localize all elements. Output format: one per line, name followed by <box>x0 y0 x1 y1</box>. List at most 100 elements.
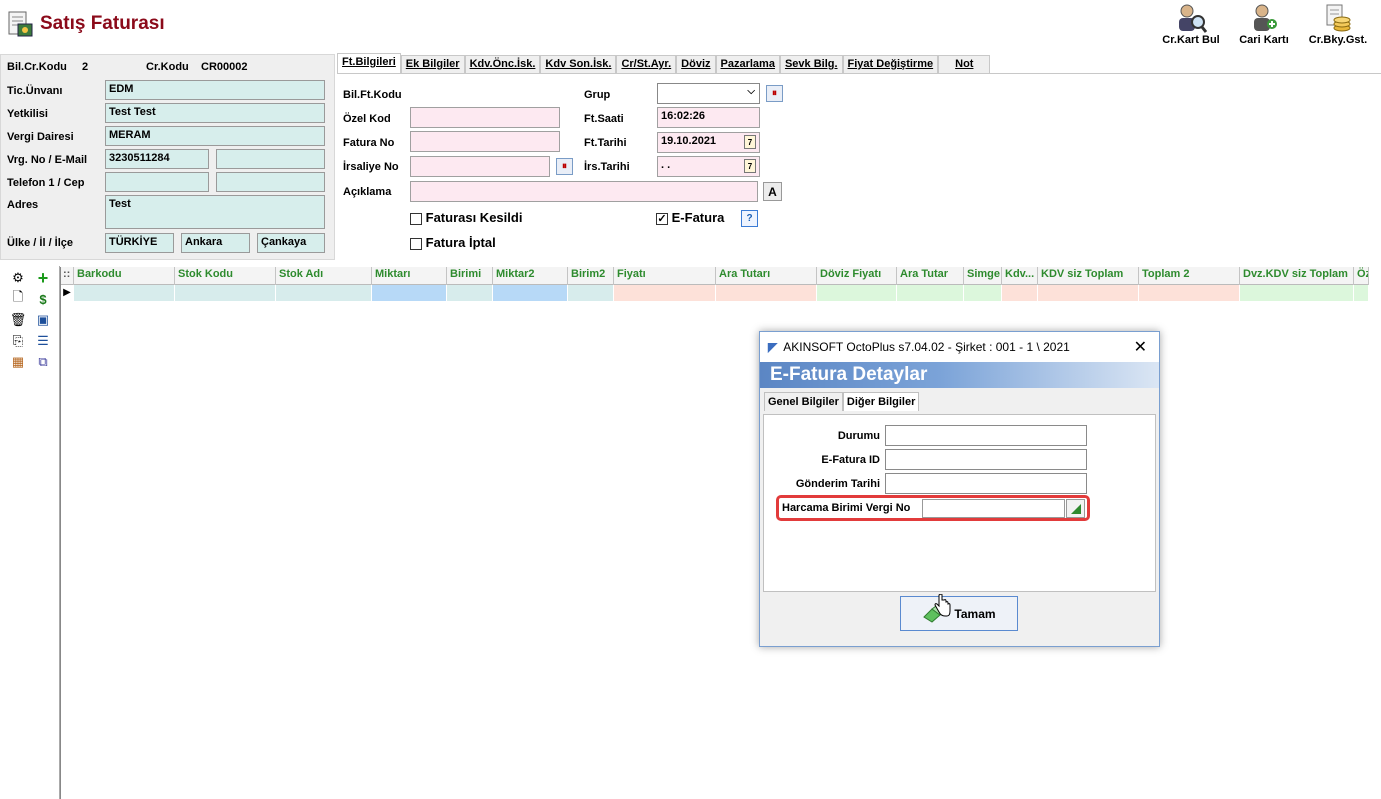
column-header[interactable]: Ara Tutar <box>897 267 964 285</box>
grid-cell[interactable] <box>568 285 614 301</box>
tab-doviz[interactable]: Döviz <box>676 55 716 74</box>
grid-cell[interactable] <box>716 285 817 301</box>
adres-field[interactable]: Test <box>105 195 325 229</box>
column-header[interactable]: Miktarı <box>372 267 447 285</box>
new-document-icon[interactable]: 🗋 <box>10 289 26 307</box>
faturasi-kesildi-checkbox[interactable]: Faturası Kesildi <box>410 210 522 225</box>
column-header[interactable]: Stok Adı <box>276 267 372 285</box>
tab-kdv-son-isk[interactable]: Kdv Son.İsk. <box>540 55 617 74</box>
il-field[interactable]: Ankara <box>181 233 250 253</box>
tab-fiyat-degistirme[interactable]: Fiyat Değiştirme <box>842 55 939 74</box>
column-header[interactable]: Stok Kodu <box>175 267 276 285</box>
gonderim-tarihi-field[interactable] <box>885 473 1087 494</box>
grid-cell[interactable] <box>175 285 276 301</box>
calendar-icon[interactable]: 7 <box>744 135 756 149</box>
grid-cell[interactable] <box>817 285 897 301</box>
irs-tarihi-input[interactable]: . . 7 <box>657 156 760 177</box>
column-header[interactable]: Birimi <box>447 267 493 285</box>
grid-cell[interactable] <box>74 285 175 301</box>
column-header[interactable]: KDV siz Toplam <box>1038 267 1139 285</box>
grid-cell[interactable] <box>897 285 964 301</box>
column-header[interactable]: Miktar2 <box>493 267 568 285</box>
grid-cell[interactable] <box>372 285 447 301</box>
vergi-dairesi-field[interactable]: MERAM <box>105 126 325 146</box>
telefon-field[interactable] <box>105 172 209 192</box>
fatura-no-input[interactable] <box>410 131 560 152</box>
tab-not[interactable]: Not <box>938 55 991 74</box>
dollar-icon[interactable]: $ <box>35 291 51 307</box>
grid-cell[interactable] <box>1240 285 1354 301</box>
cari-karti-button[interactable]: Cari Kartı <box>1224 2 1304 46</box>
tamam-button[interactable]: Tamam <box>900 596 1018 631</box>
column-header[interactable]: Kdv... <box>1002 267 1038 285</box>
harcama-vergi-no-field[interactable] <box>922 499 1065 518</box>
grid-cell[interactable] <box>1002 285 1038 301</box>
column-header[interactable]: Birim2 <box>568 267 614 285</box>
package-icon[interactable]: ▦ <box>10 354 26 370</box>
aciklama-input[interactable] <box>410 181 758 202</box>
vrg-no-field[interactable]: 3230511284 <box>105 149 209 169</box>
tab-kdv-onc-isk[interactable]: Kdv.Önc.İsk. <box>464 55 541 74</box>
lookup-button[interactable] <box>1066 499 1085 518</box>
tab-sevk-bilg[interactable]: Sevk Bilg. <box>779 55 843 74</box>
cr-bky-gst-button[interactable]: Cr.Bky.Gst. <box>1298 2 1378 46</box>
grup-select[interactable]: ⌵ <box>657 83 760 104</box>
column-header[interactable]: Ara Tutarı <box>716 267 817 285</box>
grid-cell[interactable] <box>614 285 716 301</box>
column-header[interactable]: Barkodu <box>74 267 175 285</box>
tab-genel-bilgiler[interactable]: Genel Bilgiler <box>764 392 843 411</box>
ft-saati-input[interactable]: 16:02:26 <box>657 107 760 128</box>
add-row-icon[interactable]: + <box>35 268 51 288</box>
table-row[interactable]: ▶ <box>61 285 1369 301</box>
settings-gear-icon[interactable]: ⚙ <box>10 270 26 286</box>
irsaliye-no-input[interactable] <box>410 156 550 177</box>
copy-document-icon[interactable]: ⎘ <box>10 333 26 349</box>
grid-cell[interactable] <box>493 285 568 301</box>
tab-ft-bilgileri[interactable]: Ft.Bilgileri <box>337 53 401 74</box>
column-header[interactable]: Döviz Fiyatı <box>817 267 897 285</box>
column-header[interactable]: Simge <box>964 267 1002 285</box>
checkbox-box[interactable] <box>410 212 422 225</box>
invoice-lines-grid[interactable]: :: Barkodu Stok Kodu Stok Adı Miktarı Birimi… <box>60 267 1381 799</box>
column-header[interactable]: Dvz.KDV siz Toplam <box>1240 267 1354 285</box>
list-icon[interactable]: ☰ <box>35 333 51 349</box>
grid-cell[interactable] <box>276 285 372 301</box>
fatura-iptal-checkbox[interactable]: Fatura İptal <box>410 235 496 250</box>
column-header[interactable]: Toplam 2 <box>1139 267 1240 285</box>
pause-icon: ⏸ <box>772 88 777 99</box>
ulke-field[interactable]: TÜRKİYE <box>105 233 174 253</box>
grid-cell[interactable] <box>447 285 493 301</box>
grid-cell[interactable] <box>1354 285 1369 301</box>
column-header[interactable]: Öz <box>1354 267 1369 285</box>
durumu-field[interactable] <box>885 425 1087 446</box>
e-fatura-checkbox[interactable]: ✓ E-Fatura <box>656 210 724 225</box>
ozel-kod-input[interactable] <box>410 107 560 128</box>
book-icon[interactable]: ▣ <box>35 312 51 328</box>
checkbox-box[interactable] <box>410 237 422 250</box>
grid-cell[interactable] <box>1139 285 1240 301</box>
ft-tarihi-input[interactable]: 19.10.2021 7 <box>657 132 760 153</box>
delete-bin-icon[interactable]: 🗑 <box>10 312 27 328</box>
tab-pazarlama[interactable]: Pazarlama <box>715 55 780 74</box>
checkbox-checked[interactable]: ✓ <box>656 212 668 225</box>
calendar-icon[interactable]: 7 <box>744 159 756 173</box>
column-header[interactable]: Fiyatı <box>614 267 716 285</box>
yetkilisi-field[interactable]: Test Test <box>105 103 325 123</box>
cep-field[interactable] <box>216 172 325 192</box>
efatura-id-field[interactable] <box>885 449 1087 470</box>
close-icon[interactable]: ✕ <box>1134 337 1147 357</box>
stack-icon[interactable]: ⧉ <box>35 354 51 370</box>
grid-cell[interactable] <box>1038 285 1139 301</box>
ilce-field[interactable]: Çankaya <box>257 233 325 253</box>
grup-lookup-button[interactable]: ⏸ <box>766 85 783 102</box>
help-button[interactable]: ? <box>741 210 758 227</box>
irsaliye-lookup-button[interactable]: ⏸ <box>556 158 573 175</box>
aciklama-text-button[interactable]: A <box>763 182 782 201</box>
cr-kart-bul-button[interactable]: Cr.Kart Bul <box>1151 2 1231 46</box>
grid-cell[interactable] <box>964 285 1002 301</box>
tab-cr-st-ayr[interactable]: Cr/St.Ayr. <box>616 55 677 74</box>
tab-ek-bilgiler[interactable]: Ek Bilgiler <box>400 55 465 74</box>
tab-diger-bilgiler[interactable]: Diğer Bilgiler <box>842 392 920 411</box>
tic-unvani-field[interactable]: EDM <box>105 80 325 100</box>
email-field[interactable] <box>216 149 325 169</box>
